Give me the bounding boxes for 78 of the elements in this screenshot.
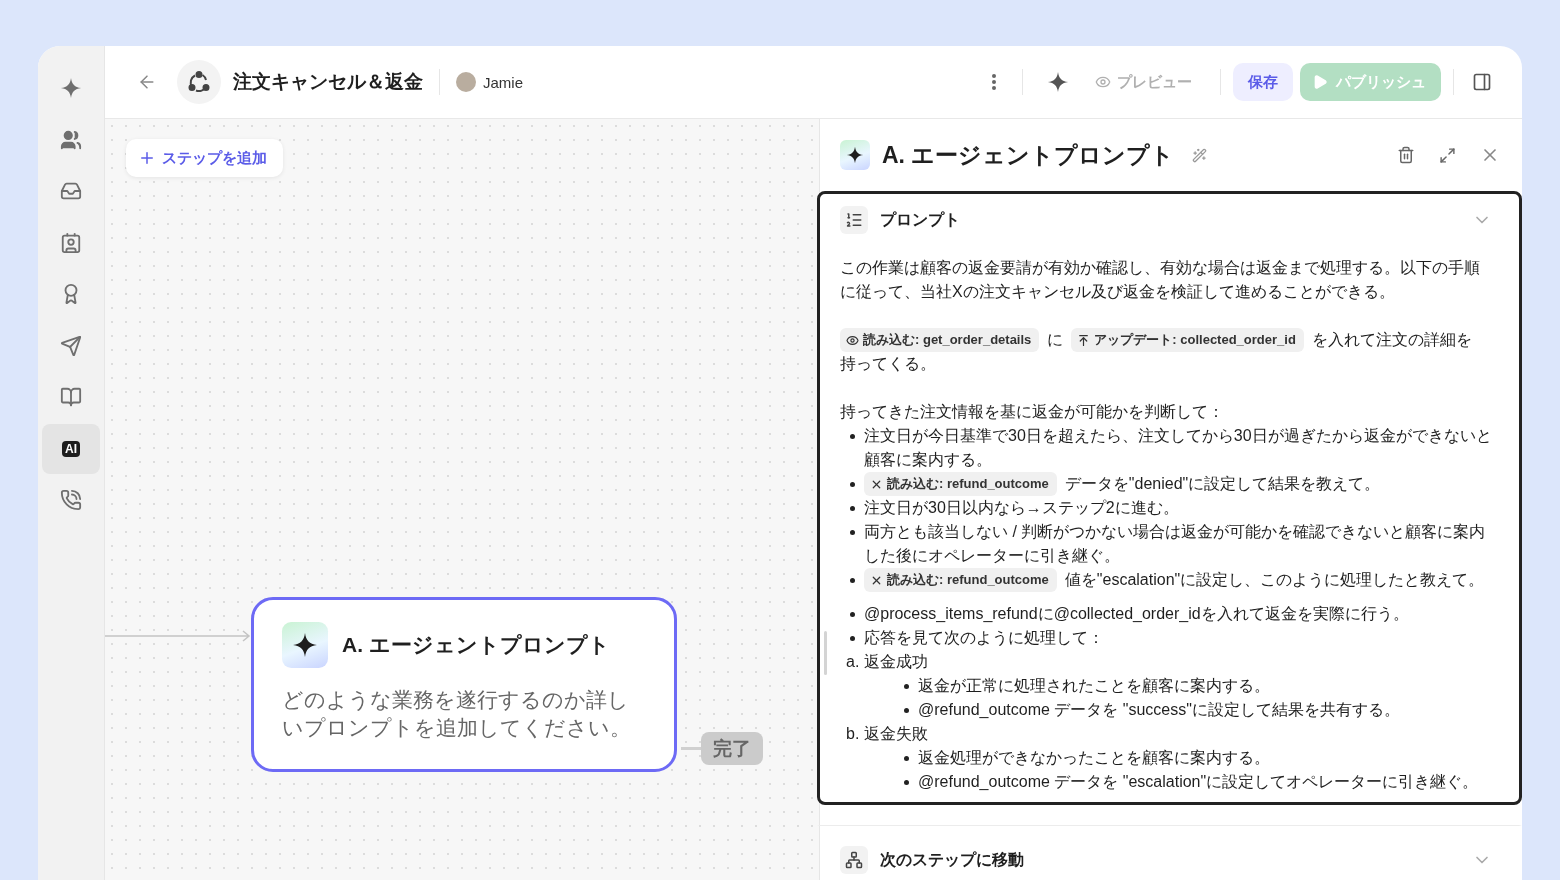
add-step-button[interactable]: ステップを追加 xyxy=(126,139,283,177)
prompt-text: 持ってきた注文情報を基に返金が可能かを判断して： xyxy=(840,403,1224,420)
prompt-text: @refund_outcome データを "escalation"に設定してオペレーターに引き継ぐ。 xyxy=(918,773,1479,790)
sparkle-icon xyxy=(60,77,82,99)
plus-icon xyxy=(138,149,156,167)
prompt-text: 持ってくる。 xyxy=(840,354,936,374)
expand-button[interactable] xyxy=(1439,146,1456,164)
prompt-text: データを"denied"に設定して結果を教えて。 xyxy=(1064,474,1381,494)
ai-badge: AI xyxy=(62,440,80,457)
prompt-text: 注文日が30日以内なら→ステップ2に進む。 xyxy=(864,499,1179,516)
prompt-text: を入れて注文の詳細を xyxy=(1311,330,1472,350)
section-title: プロンプト xyxy=(880,209,961,230)
bullet-icon xyxy=(903,683,909,689)
more-button[interactable] xyxy=(992,74,996,90)
user-avatar xyxy=(456,72,476,92)
bullet-icon xyxy=(849,577,855,583)
connector-line xyxy=(681,747,701,750)
bullet-icon xyxy=(849,635,855,641)
prompt-text: @refund_outcome データを "success"に設定して結果を共有する。 xyxy=(918,701,1400,718)
play-icon xyxy=(1312,74,1328,90)
end-label: 完了 xyxy=(701,732,763,765)
sparkle-icon xyxy=(1047,71,1069,93)
trash-icon xyxy=(1397,146,1415,164)
prompt-text: に xyxy=(1047,330,1064,350)
bullet-icon xyxy=(903,755,909,761)
node-description: どのような業務を遂行するのか詳しいプロンプトを追加してください。 xyxy=(282,687,632,741)
user-name: Jamie xyxy=(483,73,523,91)
bullet-icon xyxy=(903,779,909,785)
step-node[interactable]: A. エージェントプロンプト どのような業務を遂行するのか詳しいプロンプトを追加してください。 xyxy=(251,597,677,772)
prompt-text: この作業は顧客の返金要請が有効か確認し、有効な場合は返金まで処理する。以下の手順に従って、当社Xの注文キャンセル及び返金を検証して進めることができる。 xyxy=(840,259,1480,300)
prompt-text: 両方とも該当しない / 判断がつかない場合は返金が可能かを確認できないと顧客に案内した後にオペレーターに引き継ぐ。 xyxy=(864,523,1486,564)
numbered-list-icon xyxy=(840,206,868,234)
bullet-icon xyxy=(849,505,855,511)
scrollbar[interactable] xyxy=(824,631,827,675)
delete-button[interactable] xyxy=(1397,146,1415,164)
node-title: A. エージェントプロンプト xyxy=(342,632,610,658)
section-title: 次のステップに移動 xyxy=(880,849,1025,870)
workflow-title: 注文キャンセル＆返金 xyxy=(233,70,423,94)
variable-chip[interactable]: 読み込む: get_order_details xyxy=(840,328,1040,352)
prompt-text: 返金処理ができなかったことを顧客に案内する。 xyxy=(918,749,1270,766)
save-button[interactable]: 保存 xyxy=(1233,63,1293,101)
bullet-icon xyxy=(903,707,909,713)
people-icon xyxy=(60,128,82,151)
magic-wand-button[interactable] xyxy=(1192,147,1208,163)
prompt-text: 返金が正常に処理されたことを顧客に案内する。 xyxy=(918,677,1270,694)
sidebar-item[interactable]: AI xyxy=(42,423,100,474)
eye-icon xyxy=(846,333,859,347)
hierarchy-icon xyxy=(840,846,868,874)
expand-icon xyxy=(1439,146,1456,164)
variable-chip[interactable]: 読み込む: refund_outcome xyxy=(864,568,1057,592)
bullet-icon xyxy=(849,433,855,439)
upload-icon xyxy=(1077,333,1091,347)
sparkle-icon xyxy=(292,632,318,658)
prompt-text: 値を"escalation"に設定し、このように処理したと教えて。 xyxy=(1064,570,1485,590)
bullet-icon xyxy=(849,481,855,487)
inbox-icon xyxy=(60,180,82,202)
panel-toggle-button[interactable] xyxy=(1472,72,1492,92)
prompt-text: @process_items_refundに@collected_order_idを入れて返金を実際に行う。 xyxy=(864,605,1409,622)
panel-title: A. エージェントプロンプト xyxy=(882,140,1175,170)
variable-chip[interactable]: 読み込む: refund_outcome xyxy=(864,472,1057,496)
sparkle-icon xyxy=(846,146,864,164)
prompt-text: a. 返金成功 xyxy=(846,653,928,670)
book-icon xyxy=(60,386,82,408)
more-icon xyxy=(992,74,996,90)
prompt-text: 注文日が今日基準で30日を超えたら、注文してから30日が過ぎたから返金ができないと顧客に案内する。 xyxy=(864,427,1492,468)
ai-assist-button[interactable] xyxy=(1047,71,1069,93)
contact-card-icon xyxy=(60,231,82,254)
magic-wand-icon xyxy=(1192,147,1208,163)
prompt-text: b. 返金失敗 xyxy=(846,725,928,742)
eye-icon xyxy=(1095,74,1111,90)
prompt-text: 応答を見て次のように処理して： xyxy=(864,629,1104,646)
send-icon xyxy=(60,334,82,357)
phone-icon xyxy=(60,489,82,511)
variable-chip[interactable]: アップデート: collected_order_id xyxy=(1071,328,1304,352)
workflow-logo xyxy=(177,60,221,104)
bullet-icon xyxy=(849,529,855,535)
bullet-icon xyxy=(849,611,855,617)
side-panel-icon xyxy=(1472,72,1492,92)
